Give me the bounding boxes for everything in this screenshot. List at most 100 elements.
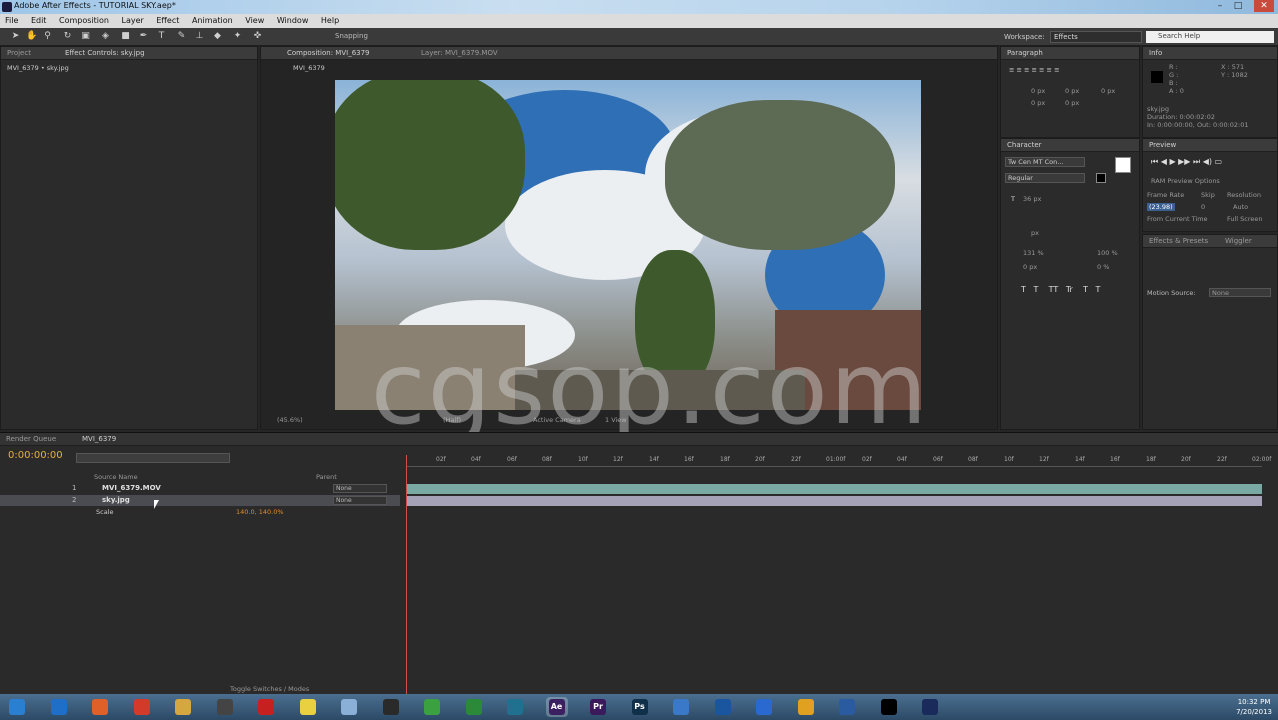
indent-right-field[interactable]: 0 px — [1065, 87, 1079, 95]
taskbar-app-tool-icon[interactable] — [795, 697, 817, 717]
roto-brush-tool-icon[interactable]: ✦ — [232, 31, 243, 42]
close-button[interactable]: ✕ — [1254, 0, 1274, 12]
vertical-scale-field[interactable]: 131 % — [1023, 249, 1044, 257]
menu-animation[interactable]: Animation — [187, 14, 238, 27]
brush-tool-icon[interactable]: ✎ — [176, 31, 187, 42]
taskbar-app-ae-icon[interactable]: Ae — [545, 697, 568, 717]
zoom-tool-icon[interactable]: ⚲ — [42, 31, 53, 42]
layer-row[interactable]: 2 sky.jpg None — [0, 495, 400, 506]
tab-preview[interactable]: Preview — [1149, 141, 1176, 149]
type-tool-icon[interactable]: T — [156, 31, 167, 42]
mask-tool-icon[interactable]: ■ — [120, 31, 131, 42]
tab-paragraph[interactable]: Paragraph — [1007, 49, 1043, 57]
parent-dropdown[interactable]: None — [333, 496, 387, 505]
selection-tool-icon[interactable]: ➤ — [10, 31, 21, 42]
current-timecode[interactable]: 0:00:00:00 — [8, 450, 63, 461]
font-size-field[interactable]: 36 px — [1023, 195, 1041, 203]
eraser-tool-icon[interactable]: ◆ — [212, 31, 223, 42]
taskbar-app-start-icon[interactable] — [6, 697, 28, 717]
skip-field[interactable]: 0 — [1201, 203, 1205, 211]
menu-composition[interactable]: Composition — [54, 14, 114, 27]
layer-bar-2[interactable] — [406, 496, 1262, 506]
time-ruler[interactable]: 02f 04f 06f 08f 10f 12f 14f 16f 18f 20f 22f 01:00f 0… — [406, 455, 1271, 467]
property-value[interactable]: 140.0, 140.0% — [236, 508, 284, 516]
pan-behind-tool-icon[interactable]: ◈ — [100, 31, 111, 42]
maximize-button[interactable]: □ — [1230, 0, 1246, 12]
layer-name[interactable]: MVI_6379.MOV — [102, 484, 161, 492]
frame-rate-field[interactable]: (23.98) — [1147, 203, 1175, 211]
indent-left-field[interactable]: 0 px — [1031, 87, 1045, 95]
align-buttons[interactable]: ≡ ≡ ≡ ≡ ≡ ≡ ≡ — [1009, 66, 1060, 74]
clone-stamp-tool-icon[interactable]: ⊥ — [194, 31, 205, 42]
taskbar-app-tool-icon[interactable] — [338, 697, 360, 717]
current-time-indicator[interactable] — [406, 455, 407, 695]
rotate-tool-icon[interactable]: ↻ — [62, 31, 73, 42]
text-style-buttons[interactable]: T T TT Tr T T — [1021, 285, 1100, 294]
playback-controls[interactable]: ⏮ ◀ ▶ ▶▶ ⏭ ◀) ▭ — [1151, 157, 1222, 167]
tsume-field[interactable]: 0 % — [1097, 263, 1109, 271]
fill-color-swatch[interactable] — [1115, 157, 1131, 173]
font-family-dropdown[interactable]: Tw Cen MT Con... — [1005, 157, 1085, 167]
layer-name[interactable]: sky.jpg — [102, 496, 130, 504]
layer-search-input[interactable] — [76, 453, 230, 463]
taskbar-app-opera-icon[interactable] — [255, 697, 277, 717]
tab-wiggler[interactable]: Wiggler — [1225, 237, 1252, 245]
camera-tool-icon[interactable]: ▣ — [80, 31, 91, 42]
snapping-label[interactable]: Snapping — [335, 32, 368, 40]
search-help-input[interactable]: Search Help — [1146, 31, 1274, 43]
font-style-dropdown[interactable]: Regular — [1005, 173, 1085, 183]
tab-effect-controls[interactable]: Effect Controls: sky.jpg — [65, 49, 145, 57]
composition-breadcrumb[interactable]: MVI_6379 — [293, 64, 325, 72]
toggle-switches-modes[interactable]: Toggle Switches / Modes — [230, 685, 309, 693]
taskbar-app-player-icon[interactable] — [214, 697, 236, 717]
taskbar-app-tool-icon[interactable] — [712, 697, 734, 717]
menu-help[interactable]: Help — [316, 14, 344, 27]
resolution-dropdown[interactable]: (Half) — [443, 416, 461, 424]
menu-file[interactable]: File — [0, 14, 23, 27]
parent-dropdown[interactable]: None — [333, 484, 387, 493]
menu-view[interactable]: View — [240, 14, 269, 27]
taskbar-app-ie-icon[interactable] — [48, 697, 70, 717]
taskbar-app-tool-icon[interactable] — [297, 697, 319, 717]
taskbar-app-viewer-icon[interactable] — [670, 697, 692, 717]
first-line-indent-field[interactable]: 0 px — [1101, 87, 1115, 95]
property-row[interactable]: Scale 140.0, 140.0% — [0, 507, 400, 518]
pen-tool-icon[interactable]: ✒ — [138, 31, 149, 42]
taskbar-app-tool-icon[interactable] — [878, 697, 900, 717]
puppet-tool-icon[interactable]: ✜ — [252, 31, 263, 42]
taskbar-app-tool-icon[interactable] — [919, 697, 941, 717]
view-layout-dropdown[interactable]: 1 View — [605, 416, 627, 424]
layer-bar-1[interactable] — [406, 484, 1262, 494]
hand-tool-icon[interactable]: ✋ — [26, 31, 37, 42]
horizontal-scale-field[interactable]: 100 % — [1097, 249, 1118, 257]
tab-info[interactable]: Info — [1149, 49, 1162, 57]
workspace-dropdown[interactable]: Effects — [1050, 31, 1142, 43]
taskbar-app-firefox-icon[interactable] — [89, 697, 111, 717]
menu-effect[interactable]: Effect — [151, 14, 184, 27]
taskbar-app-pr-icon[interactable]: Pr — [587, 697, 609, 717]
resolution-field[interactable]: Auto — [1233, 203, 1248, 211]
stroke-color-swatch[interactable] — [1096, 173, 1106, 183]
taskbar-app-mpc-icon[interactable] — [463, 697, 485, 717]
taskbar-app-network-icon[interactable] — [836, 697, 858, 717]
tab-layer[interactable]: Layer: MVI_6379.MOV — [421, 49, 498, 57]
menu-window[interactable]: Window — [272, 14, 314, 27]
tab-project[interactable]: Project — [7, 49, 31, 57]
active-camera-dropdown[interactable]: Active Camera — [533, 416, 581, 424]
full-screen-checkbox[interactable]: Full Screen — [1227, 215, 1263, 223]
composition-viewer[interactable] — [335, 80, 921, 410]
menu-layer[interactable]: Layer — [117, 14, 149, 27]
taskbar-app-chrome-icon[interactable] — [131, 697, 153, 717]
minimize-button[interactable]: – — [1212, 0, 1228, 12]
space-before-field[interactable]: 0 px — [1031, 99, 1045, 107]
taskbar-app-media-icon[interactable] — [421, 697, 443, 717]
taskbar-app-messenger-icon[interactable] — [380, 697, 402, 717]
zoom-level[interactable]: (45.6%) — [277, 416, 303, 424]
from-current-time-checkbox[interactable]: From Current Time — [1147, 215, 1208, 223]
taskbar-app-tool-icon[interactable] — [753, 697, 775, 717]
tab-effects-presets[interactable]: Effects & Presets — [1149, 237, 1208, 245]
taskbar-app-app-icon[interactable] — [504, 697, 526, 717]
tab-render-queue[interactable]: Render Queue — [6, 435, 56, 443]
taskbar-app-ps-icon[interactable]: Ps — [629, 697, 651, 717]
layer-row[interactable]: 1 MVI_6379.MOV None — [0, 483, 400, 494]
